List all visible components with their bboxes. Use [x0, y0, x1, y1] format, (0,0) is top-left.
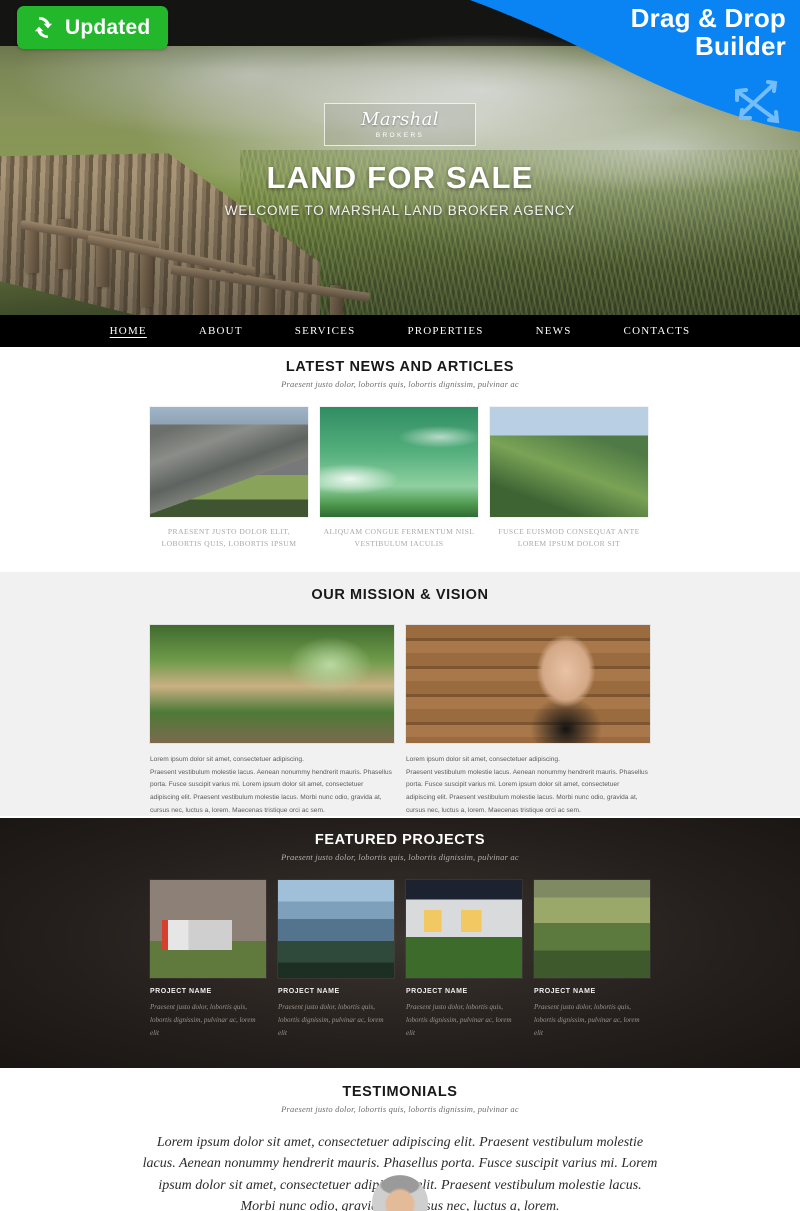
- news-card-caption[interactable]: FUSCE EUISMOD CONSEQUAT ANTE LOREM IPSUM…: [490, 526, 648, 550]
- news-section-subtitle: Praesent justo dolor, lobortis quis, lob…: [281, 379, 519, 389]
- logo-subtitle: BROKERS: [375, 131, 425, 139]
- project-name: PROJECT NAME: [534, 988, 596, 995]
- featured-section-subtitle: Praesent justo dolor, lobortis quis, lob…: [281, 852, 519, 862]
- news-card[interactable]: ALIQUAM CONGUE FERMENTUM NISL VESTIBULUM…: [320, 407, 478, 550]
- hero-subtitle: WELCOME TO MARSHAL LAND BROKER AGENCY: [224, 203, 576, 218]
- featured-section-title: FEATURED PROJECTS: [314, 832, 486, 848]
- project-name: PROJECT NAME: [406, 988, 468, 995]
- featured-projects-section: FEATURED PROJECTS Praesent justo dolor, …: [0, 818, 800, 1070]
- nav-item-about[interactable]: ABOUT: [173, 325, 269, 337]
- news-card[interactable]: FUSCE EUISMOD CONSEQUAT ANTE LOREM IPSUM…: [490, 407, 648, 550]
- green-hillside-photo[interactable]: [490, 407, 648, 517]
- project-name: PROJECT NAME: [278, 988, 340, 995]
- news-section-title: LATEST NEWS AND ARTICLES: [285, 359, 515, 375]
- mission-column-text: Lorem ipsum dolor sit amet, consectetuer…: [406, 754, 650, 817]
- vineyard-hills-photo[interactable]: [534, 880, 650, 978]
- updated-label: Updated: [65, 15, 151, 39]
- nav-item-services[interactable]: SERVICES: [269, 325, 382, 337]
- modern-villa-photo[interactable]: [406, 880, 522, 978]
- nav-item-properties[interactable]: PROPERTIES: [381, 325, 509, 337]
- mission-lead: Lorem ipsum dolor sit amet, consectetuer…: [150, 756, 304, 763]
- nav-item-news[interactable]: NEWS: [510, 325, 598, 337]
- site-logo[interactable]: Marshal BROKERS: [324, 103, 476, 146]
- refresh-icon: [34, 17, 53, 38]
- mission-body: Praesent vestibulum molestie lacus. Aene…: [150, 768, 392, 814]
- nav-item-contacts[interactable]: CONTACTS: [598, 325, 717, 337]
- hero-title: LAND FOR SALE: [266, 160, 534, 195]
- testimonials-section: TESTIMONIALS Praesent justo dolor, lobor…: [0, 1070, 800, 1211]
- projects-grid: PROJECT NAME Praesent justo dolor, lobor…: [150, 880, 650, 1040]
- testimonials-section-title: TESTIMONIALS: [342, 1084, 458, 1100]
- concrete-house-photo[interactable]: [150, 880, 266, 978]
- garden-boardwalk-photo: [150, 625, 394, 743]
- project-description: Praesent justo dolor, lobortis quis, lob…: [534, 1003, 640, 1037]
- news-grid: PRAESENT JUSTO DOLOR ELIT, LOBORTIS QUIS…: [150, 407, 650, 550]
- project-description: Praesent justo dolor, lobortis quis, lob…: [406, 1003, 512, 1037]
- mountain-ridge-photo[interactable]: [278, 880, 394, 978]
- mission-column: Lorem ipsum dolor sit amet, consectetuer…: [150, 625, 394, 817]
- mission-column: Lorem ipsum dolor sit amet, consectetuer…: [406, 625, 650, 817]
- news-card-caption[interactable]: PRAESENT JUSTO DOLOR ELIT, LOBORTIS QUIS…: [150, 526, 308, 550]
- mission-vision-section: OUR MISSION & VISION Lorem ipsum dolor s…: [0, 572, 800, 818]
- mission-section-title: OUR MISSION & VISION: [311, 587, 489, 603]
- project-card[interactable]: PROJECT NAME Praesent justo dolor, lobor…: [150, 880, 266, 1040]
- project-card[interactable]: PROJECT NAME Praesent justo dolor, lobor…: [278, 880, 394, 1040]
- main-navigation[interactable]: HOME ABOUT SERVICES PROPERTIES NEWS CONT…: [0, 315, 800, 347]
- wind-turbines-photo[interactable]: [320, 407, 478, 517]
- latest-news-section: LATEST NEWS AND ARTICLES Praesent justo …: [0, 347, 800, 572]
- rocky-mountain-photo[interactable]: [150, 407, 308, 517]
- updated-badge: Updated: [17, 6, 169, 49]
- logo-name: Marshal: [361, 108, 439, 130]
- mission-body: Praesent vestibulum molestie lacus. Aene…: [406, 768, 648, 814]
- project-card[interactable]: PROJECT NAME Praesent justo dolor, lobor…: [406, 880, 522, 1040]
- nav-item-home[interactable]: HOME: [84, 325, 173, 337]
- project-description: Praesent justo dolor, lobortis quis, lob…: [278, 1003, 384, 1037]
- news-card[interactable]: PRAESENT JUSTO DOLOR ELIT, LOBORTIS QUIS…: [150, 407, 308, 550]
- news-card-caption[interactable]: ALIQUAM CONGUE FERMENTUM NISL VESTIBULUM…: [320, 526, 478, 550]
- businessman-portrait-photo: [406, 625, 650, 743]
- mission-grid: Lorem ipsum dolor sit amet, consectetuer…: [150, 625, 650, 817]
- project-description: Praesent justo dolor, lobortis quis, lob…: [150, 1003, 256, 1037]
- project-name: PROJECT NAME: [150, 988, 212, 995]
- testimonials-section-subtitle: Praesent justo dolor, lobortis quis, lob…: [281, 1104, 519, 1114]
- project-card[interactable]: PROJECT NAME Praesent justo dolor, lobor…: [534, 880, 650, 1040]
- mission-column-text: Lorem ipsum dolor sit amet, consectetuer…: [150, 754, 394, 817]
- mission-lead: Lorem ipsum dolor sit amet, consectetuer…: [406, 756, 560, 763]
